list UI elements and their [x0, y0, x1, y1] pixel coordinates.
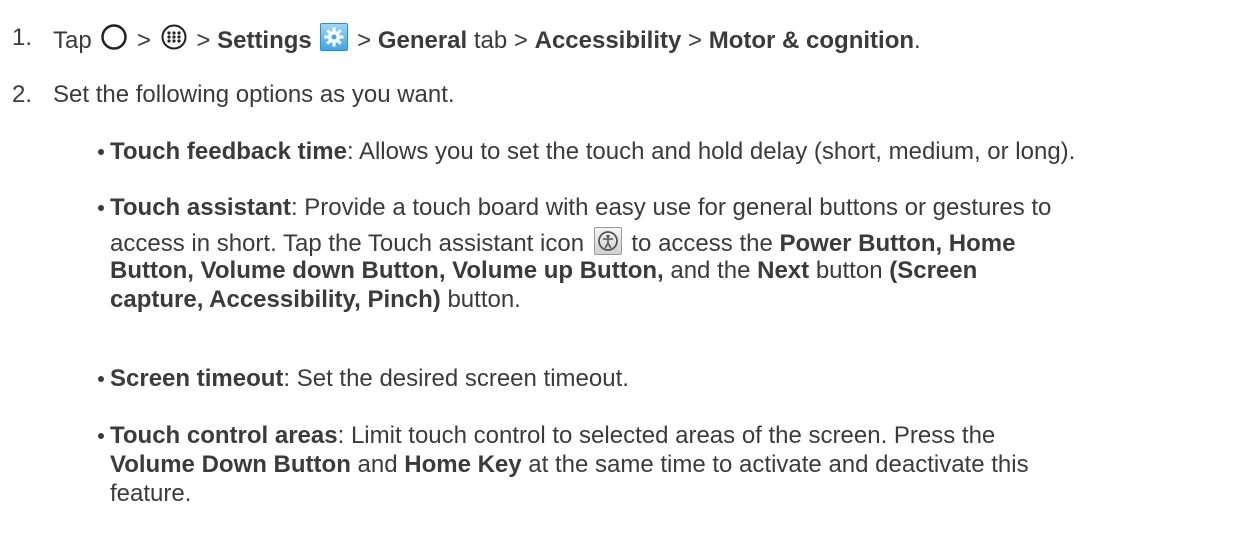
option-text-line-3: feature. — [110, 480, 192, 507]
option-touch-feedback-time: Touch feedback time: Allows you to set t… — [98, 137, 1230, 166]
option-title: Touch feedback time — [110, 138, 347, 165]
option-description: and — [357, 451, 398, 478]
option-description: at the same time to activate and deactiv… — [528, 451, 1029, 478]
screen-label: (Screen — [889, 257, 978, 284]
settings-label: Settings — [217, 27, 312, 54]
next-label: Next — [757, 257, 810, 284]
separator: > — [357, 27, 372, 54]
accessibility-label: Accessibility — [534, 27, 682, 54]
step-text: Set the following options as you want. — [53, 81, 455, 108]
volume-down-label: Volume Down Button — [110, 451, 351, 478]
option-description: button. — [447, 286, 521, 313]
option-description: button — [815, 257, 883, 284]
separator: > — [513, 27, 528, 54]
apps-icon — [161, 24, 187, 50]
option-text-line-2: access in short. Tap the Touch assistant… — [110, 227, 1016, 258]
step-number: 1. — [12, 24, 33, 51]
option-text: Touch feedback time: Allows you to set t… — [110, 137, 1230, 166]
option-screen-timeout: Screen timeout: Set the desired screen t… — [98, 364, 1230, 393]
bullet-dot — [98, 205, 104, 211]
home-circle-icon — [101, 24, 128, 50]
buttons-label: Button, Volume down Button, Volume up Bu… — [110, 257, 664, 284]
option-description: : Limit touch control to selected areas … — [337, 422, 996, 449]
instructions-page: 1. Tap > > Settings > General tab > Acce… — [0, 0, 1250, 539]
bullet-dot — [98, 149, 104, 155]
motor-cognition-label: Motor & cognition — [708, 27, 915, 54]
step-number: 2. — [12, 81, 33, 108]
option-text-line-1: Touch assistant: Provide a touch board w… — [110, 193, 1230, 222]
option-description: access in short. Tap the Touch assistant… — [110, 230, 585, 257]
period: . — [914, 27, 921, 54]
home-key-label: Home Key — [404, 451, 522, 478]
general-label: General — [377, 27, 468, 54]
separator: > — [688, 27, 703, 54]
settings-gear-icon — [320, 23, 349, 51]
tab-word: tab — [473, 27, 508, 54]
touch-assistant-icon — [593, 227, 622, 255]
step-text: Tap > > Settings > General tab > Accessi… — [53, 23, 921, 55]
option-text-line-4: capture, Accessibility, Pinch) button. — [110, 285, 521, 314]
option-title: Touch control areas — [110, 422, 338, 449]
option-touch-assistant: Touch assistant: Provide a touch board w… — [98, 193, 1230, 313]
option-title: Touch assistant — [110, 194, 291, 221]
option-text-line-3: Button, Volume down Button, Volume up Bu… — [110, 256, 977, 285]
option-description: : Set the desired screen timeout. — [283, 365, 629, 392]
bullet-dot — [98, 376, 104, 382]
power-home-label: Power Button, Home — [779, 230, 1016, 257]
option-text: Screen timeout: Set the desired screen t… — [110, 364, 1230, 393]
capture-label: capture, Accessibility, Pinch) — [110, 286, 441, 313]
option-description: : Provide a touch board with easy use fo… — [290, 194, 1052, 221]
option-text-line-1: Touch control areas: Limit touch control… — [110, 421, 1230, 450]
tap-label: Tap — [53, 27, 92, 54]
bullet-dot — [98, 433, 104, 439]
option-description: to access the — [631, 230, 773, 257]
option-description: : Allows you to set the touch and hold d… — [346, 138, 1076, 165]
option-description: and the — [670, 257, 751, 284]
option-touch-control-areas: Touch control areas: Limit touch control… — [98, 421, 1230, 507]
option-title: Screen timeout — [110, 365, 284, 392]
separator: > — [137, 27, 152, 54]
option-text-line-2: Volume Down Button and Home Key at the s… — [110, 450, 1029, 479]
separator: > — [196, 27, 211, 54]
